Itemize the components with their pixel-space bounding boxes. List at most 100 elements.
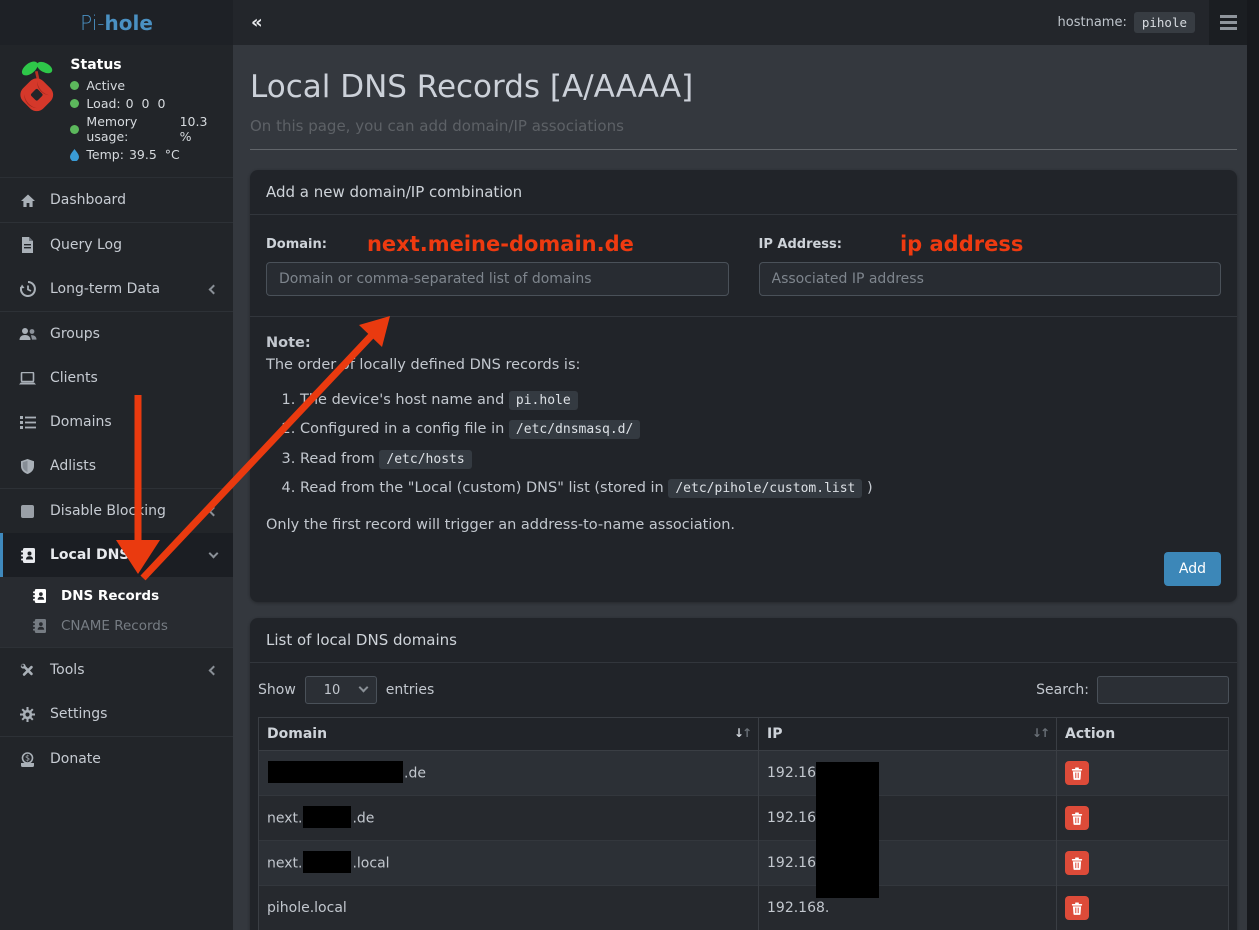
green-dot-icon xyxy=(70,125,79,134)
add-card-title: Add a new domain/IP combination xyxy=(250,170,1237,215)
redaction-box xyxy=(303,806,351,828)
users-icon xyxy=(18,327,37,341)
hostname-display: hostname: pihole xyxy=(1058,12,1195,33)
sidebar-item-domains[interactable]: Domains xyxy=(0,400,233,444)
code-pihole: pi.hole xyxy=(509,391,578,410)
sidebar-menu: Dashboard Query Log Long-term Data Group… xyxy=(0,178,233,781)
chevron-left-icon xyxy=(209,506,219,516)
entries-label: entries xyxy=(386,682,435,698)
gear-icon xyxy=(18,707,37,722)
status-panel: Status Active Load: 0 0 0 Memory usage: … xyxy=(0,45,233,178)
delete-record-button[interactable] xyxy=(1065,806,1089,830)
status-temp: Temp: 39.5 °C xyxy=(70,147,223,162)
code-dnsmasq: /etc/dnsmasq.d/ xyxy=(509,420,640,439)
table-row: pihole.local 192.168. xyxy=(259,886,1229,930)
dns-table-wrap: Domain↓↑ IP↓↑ Action .de 192.168. next..… xyxy=(258,717,1229,930)
sidebar-item-clients[interactable]: Clients xyxy=(0,356,233,400)
hamburger-menu-icon[interactable] xyxy=(1209,0,1247,45)
list-icon xyxy=(18,416,37,429)
address-book-icon xyxy=(18,548,37,563)
sidebar-item-adlists[interactable]: Adlists xyxy=(0,444,233,488)
code-custom-list: /etc/pihole/custom.list xyxy=(668,479,862,498)
donate-icon: $ xyxy=(18,752,37,767)
sidebar-collapse-icon[interactable]: « xyxy=(233,12,281,33)
chevron-left-icon xyxy=(209,284,219,294)
ip-address-label: IP Address: xyxy=(759,237,842,252)
table-row: next..local 192.168. xyxy=(259,841,1229,886)
file-icon xyxy=(18,237,37,253)
top-navbar: Pi-hole « hostname: pihole xyxy=(0,0,1247,45)
delete-record-button[interactable] xyxy=(1065,761,1089,785)
status-memory: Memory usage: 10.3 % xyxy=(70,114,223,144)
chevron-down-icon xyxy=(209,549,219,559)
annotation-domain-example: next.meine-domain.de xyxy=(367,232,634,256)
sidebar-item-groups[interactable]: Groups xyxy=(0,312,233,356)
shield-icon xyxy=(18,459,37,474)
sidebar-item-settings[interactable]: Settings xyxy=(0,692,233,736)
brand-pi: Pi- xyxy=(80,11,104,35)
table-controls: Show 10 entries Search: xyxy=(250,663,1237,717)
column-header-action: Action xyxy=(1057,718,1229,751)
column-header-ip[interactable]: IP↓↑ xyxy=(759,718,1057,751)
status-active: Active xyxy=(70,78,223,93)
note-list: The device's host name and pi.hole Confi… xyxy=(266,389,1221,500)
domain-label: Domain: xyxy=(266,237,327,252)
status-title: Status xyxy=(70,57,223,73)
sort-icon: ↓↑ xyxy=(1032,726,1048,740)
sidebar-item-tools[interactable]: Tools xyxy=(0,648,233,692)
sidebar: Status Active Load: 0 0 0 Memory usage: … xyxy=(0,45,233,930)
hostname-value: pihole xyxy=(1134,12,1195,33)
note-title: Note: xyxy=(266,332,1221,354)
redaction-box-ip-column xyxy=(816,762,879,898)
ip-address-input[interactable] xyxy=(759,262,1222,296)
svg-text:$: $ xyxy=(25,753,30,762)
local-dns-submenu: DNS Records CNAME Records xyxy=(0,577,233,647)
dns-list-card: List of local DNS domains Show 10 entrie… xyxy=(250,618,1237,930)
sidebar-item-long-term-data[interactable]: Long-term Data xyxy=(0,267,233,311)
redaction-box xyxy=(268,761,403,783)
table-row: next..de 192.168. xyxy=(259,796,1229,841)
sidebar-item-cname-records[interactable]: CNAME Records xyxy=(0,611,233,641)
list-card-title: List of local DNS domains xyxy=(250,618,1237,663)
note-item: The device's host name and pi.hole xyxy=(300,389,1221,411)
add-button[interactable]: Add xyxy=(1164,552,1221,586)
sort-icon: ↓↑ xyxy=(734,726,750,740)
sidebar-item-query-log[interactable]: Query Log xyxy=(0,223,233,267)
page-title: Local DNS Records [A/AAAA] xyxy=(250,69,1237,105)
add-form: Domain: next.meine-domain.de IP Address:… xyxy=(250,215,1237,316)
search-input[interactable] xyxy=(1097,676,1229,704)
temperature-icon xyxy=(70,149,79,161)
laptop-icon xyxy=(18,372,37,385)
main-content: Local DNS Records [A/AAAA] On this page,… xyxy=(233,45,1247,930)
note-item: Read from the "Local (custom) DNS" list … xyxy=(300,477,1221,499)
sidebar-item-donate[interactable]: $ Donate xyxy=(0,737,233,781)
column-header-domain[interactable]: Domain↓↑ xyxy=(259,718,759,751)
add-combination-card: Add a new domain/IP combination Domain: … xyxy=(250,170,1237,602)
sidebar-item-disable-blocking[interactable]: Disable Blocking xyxy=(0,489,233,533)
sidebar-item-dashboard[interactable]: Dashboard xyxy=(0,178,233,222)
table-row: .de 192.168. xyxy=(259,751,1229,796)
chevron-left-icon xyxy=(209,665,219,675)
search-label: Search: xyxy=(1036,682,1089,698)
sidebar-item-local-dns[interactable]: Local DNS xyxy=(0,533,233,577)
code-etc-hosts: /etc/hosts xyxy=(379,450,471,469)
note-intro: The order of locally defined DNS records… xyxy=(266,354,1221,376)
scrollbar-track[interactable] xyxy=(1247,0,1259,930)
page-size-select[interactable]: 10 xyxy=(305,676,377,704)
note-footer: Only the first record will trigger an ad… xyxy=(266,514,1221,536)
address-book-icon xyxy=(30,619,49,633)
dns-table: Domain↓↑ IP↓↑ Action .de 192.168. next..… xyxy=(258,717,1229,930)
domain-input[interactable] xyxy=(266,262,729,296)
delete-record-button[interactable] xyxy=(1065,851,1089,875)
delete-record-button[interactable] xyxy=(1065,896,1089,920)
sidebar-item-dns-records[interactable]: DNS Records xyxy=(0,581,233,611)
address-book-icon xyxy=(30,589,49,603)
note-section: Note: The order of locally defined DNS r… xyxy=(250,316,1237,536)
green-dot-icon xyxy=(70,81,79,90)
note-item: Configured in a config file in /etc/dnsm… xyxy=(300,418,1221,440)
green-dot-icon xyxy=(70,99,79,108)
note-item: Read from /etc/hosts xyxy=(300,448,1221,470)
tools-icon xyxy=(18,663,37,678)
hostname-label: hostname: xyxy=(1058,15,1127,30)
pihole-brand: Pi-hole xyxy=(0,0,233,45)
